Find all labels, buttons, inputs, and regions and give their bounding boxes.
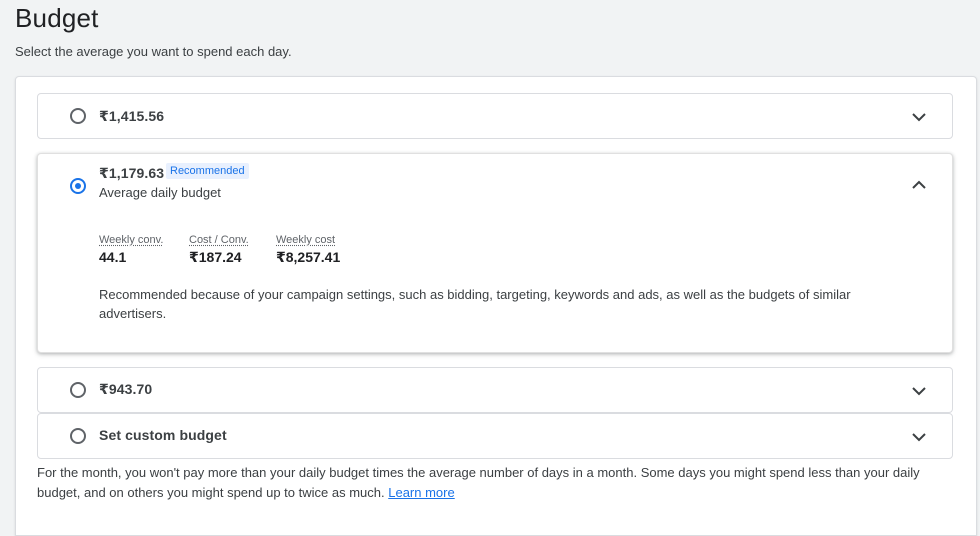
budget-options-panel: ₹1,415.56 ₹1,179.63 Recommended Average …	[15, 76, 977, 536]
budget-option-1-amount: ₹1,415.56	[99, 108, 165, 124]
page-subtitle: Select the average you want to spend eac…	[15, 44, 292, 59]
recommended-badge: Recommended	[166, 163, 249, 179]
budget-option-1-radio[interactable]	[70, 108, 86, 124]
learn-more-link[interactable]: Learn more	[388, 485, 454, 500]
chevron-down-icon[interactable]	[910, 108, 928, 126]
metric-value: ₹187.24	[189, 249, 242, 265]
page-title: Budget	[15, 3, 99, 33]
budget-option-custom[interactable]: Set custom budget	[37, 413, 953, 459]
metric-weekly-conv: Weekly conv. 44.1	[99, 234, 163, 265]
chevron-down-icon[interactable]	[910, 428, 928, 446]
metric-label: Weekly cost	[276, 234, 336, 246]
budget-option-2-radio[interactable]	[70, 178, 86, 194]
budget-option-3-radio[interactable]	[70, 382, 86, 398]
budget-option-3[interactable]: ₹943.70	[37, 367, 953, 413]
metric-value: ₹8,257.41	[276, 249, 341, 265]
budget-option-2[interactable]: ₹1,179.63 Recommended Average daily budg…	[37, 153, 953, 353]
metric-label: Weekly conv.	[99, 234, 164, 246]
budget-option-2-amount: ₹1,179.63	[99, 165, 165, 181]
recommendation-reason: Recommended because of your campaign set…	[99, 287, 851, 321]
set-custom-budget-label: Set custom budget	[99, 427, 227, 443]
budget-option-3-amount: ₹943.70	[99, 381, 153, 397]
budget-option-1[interactable]: ₹1,415.56	[37, 93, 953, 139]
chevron-down-icon[interactable]	[910, 382, 928, 400]
monthly-budget-note-text: For the month, you won't pay more than y…	[37, 465, 920, 500]
budget-option-custom-radio[interactable]	[70, 428, 86, 444]
metric-cost-per-conv: Cost / Conv. ₹187.24	[189, 234, 249, 266]
monthly-budget-note: For the month, you won't pay more than y…	[37, 463, 957, 503]
metric-label: Cost / Conv.	[189, 234, 249, 246]
average-daily-budget-label: Average daily budget	[99, 185, 221, 200]
metric-value: 44.1	[99, 249, 127, 265]
metric-weekly-cost: Weekly cost ₹8,257.41	[276, 234, 340, 266]
chevron-up-icon[interactable]	[910, 176, 928, 194]
